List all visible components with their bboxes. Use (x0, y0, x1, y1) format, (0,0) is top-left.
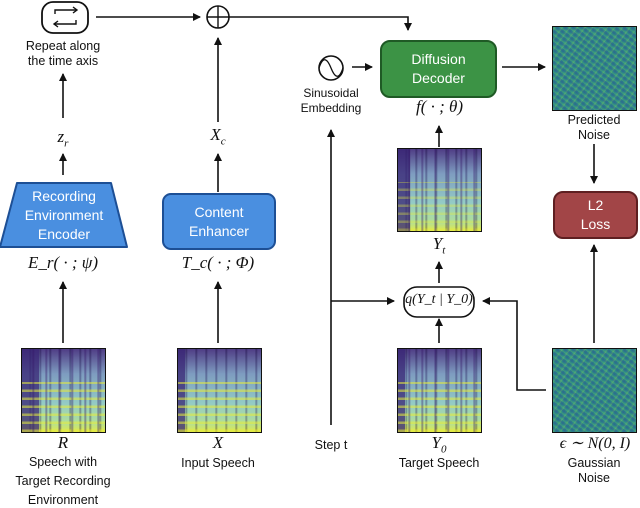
predicted-noise-label: Predicted Noise (567, 113, 621, 142)
predicted-noise-image (552, 26, 637, 111)
repeat-label: Repeat along the time axis (25, 39, 101, 68)
latent-xc: Xc (210, 125, 226, 148)
noisy-spectrogram-yt (397, 148, 482, 232)
yt-symbol: Yt (432, 234, 446, 257)
sine-wave-icon (318, 55, 344, 81)
content-enhancer: Content Enhancer (162, 193, 276, 250)
epsilon-symbol: ϵ ∼ N(0, I) (559, 435, 631, 452)
diffusion-decoder: Diffusion Decoder (380, 40, 497, 98)
r-label: Speech with Target Recording Environment (15, 455, 111, 507)
x-label: Input Speech (181, 456, 255, 470)
recording-environment-encoder: Recording Environment Encoder (24, 187, 104, 242)
target-spectrogram-y0 (397, 348, 482, 433)
input-spectrogram-x (177, 348, 262, 433)
gaussian-noise-image (552, 348, 637, 433)
r-symbol: R (57, 433, 69, 452)
encoder-function: E_r( · ; ψ) (27, 253, 99, 272)
y0-symbol: Y0 (431, 433, 447, 456)
x-symbol: X (212, 433, 224, 452)
decoder-function: f( · ; θ) (415, 97, 464, 116)
l2-loss: L2 Loss (553, 191, 638, 239)
q-node-label: q(Y_t | Y_0) (405, 292, 473, 307)
enhancer-function: T_c( · ; Φ) (181, 253, 255, 272)
arrow-sum-to-decoder (229, 16, 412, 31)
repeat-arrows-icon (41, 1, 89, 34)
gaussian-noise-label: Gaussian Noise (567, 456, 621, 485)
latent-zr: zr (57, 127, 69, 150)
arrow-noise-to-q (482, 297, 546, 391)
y0-label: Target Speech (398, 456, 480, 470)
reference-spectrogram-r (21, 348, 106, 433)
step-t-label: Step t (314, 438, 348, 452)
sinusoidal-embedding-label: Sinusoidal Embedding (300, 86, 362, 115)
circled-plus-icon (206, 5, 230, 29)
